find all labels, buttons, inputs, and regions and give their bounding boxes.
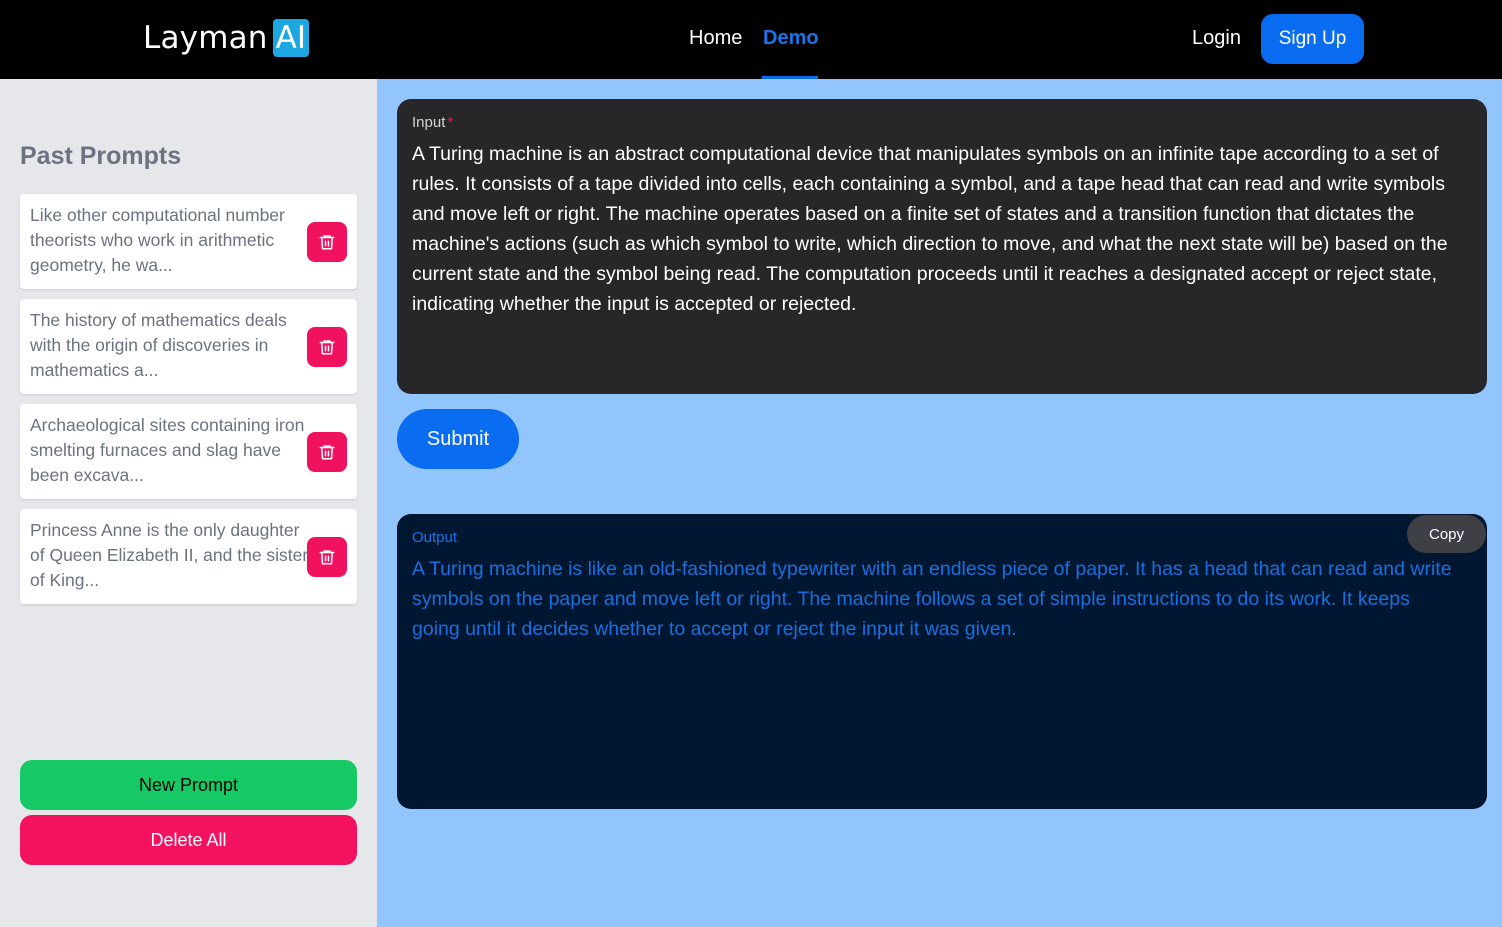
delete-prompt-button[interactable]: [307, 432, 347, 472]
past-prompts-sidebar: Past Prompts Like other computational nu…: [0, 79, 377, 927]
new-prompt-button[interactable]: New Prompt: [20, 760, 357, 810]
past-prompt-text: Archaeological sites containing iron sme…: [30, 415, 305, 485]
brand-logo[interactable]: Layman AI: [143, 18, 310, 58]
past-prompt-card[interactable]: Like other computational number theorist…: [20, 194, 357, 289]
signup-button[interactable]: Sign Up: [1261, 14, 1364, 64]
output-value: A Turing machine is like an old-fashione…: [412, 558, 1452, 640]
input-label-text: Input: [412, 114, 446, 131]
sidebar-title: Past Prompts: [20, 142, 182, 170]
output-label: Output: [412, 529, 458, 546]
trash-icon: [319, 550, 335, 565]
delete-prompt-button[interactable]: [307, 537, 347, 577]
login-link[interactable]: Login: [1192, 27, 1241, 50]
copy-button[interactable]: Copy: [1407, 515, 1486, 553]
trash-icon: [319, 235, 335, 250]
past-prompt-text: The history of mathematics deals with th…: [30, 310, 287, 380]
trash-icon: [319, 445, 335, 460]
delete-all-button[interactable]: Delete All: [20, 815, 357, 865]
past-prompt-text: Like other computational number theorist…: [30, 205, 285, 275]
active-nav-indicator: [762, 76, 818, 79]
delete-prompt-button[interactable]: [307, 222, 347, 262]
input-value[interactable]: A Turing machine is an abstract computat…: [412, 139, 1480, 319]
top-navbar: Layman AI Home Demo Login Sign Up: [0, 0, 1502, 79]
nav-home-link[interactable]: Home: [689, 27, 742, 50]
input-label: Input *: [412, 114, 453, 131]
past-prompt-card[interactable]: Princess Anne is the only daughter of Qu…: [20, 509, 357, 604]
past-prompt-card[interactable]: The history of mathematics deals with th…: [20, 299, 357, 394]
input-textarea[interactable]: Input * A Turing machine is an abstract c…: [397, 99, 1487, 394]
delete-prompt-button[interactable]: [307, 327, 347, 367]
submit-button[interactable]: Submit: [397, 409, 519, 469]
past-prompt-card[interactable]: Archaeological sites containing iron sme…: [20, 404, 357, 499]
brand-badge: AI: [272, 19, 310, 57]
nav-demo-link[interactable]: Demo: [763, 27, 819, 50]
required-marker: *: [447, 114, 454, 131]
output-textarea[interactable]: Output Copy A Turing machine is like an …: [397, 514, 1487, 809]
brand-name: Layman: [143, 20, 268, 56]
past-prompt-text: Princess Anne is the only daughter of Qu…: [30, 520, 309, 590]
trash-icon: [319, 340, 335, 355]
